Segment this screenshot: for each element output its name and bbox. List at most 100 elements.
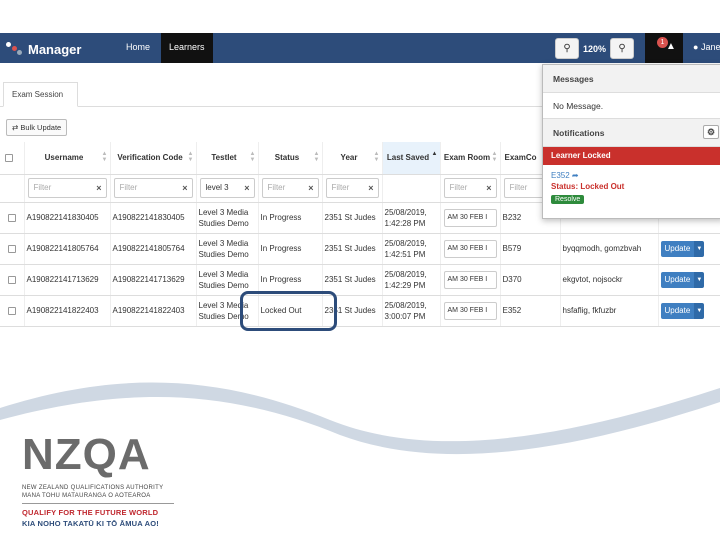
zoom-in-button[interactable]: ⚲ [610,38,635,59]
cell-last-saved: 25/08/2019, 1:42:28 PM [382,202,441,234]
exam-room-input[interactable]: AM 30 FEB I [443,270,497,289]
clear-filter-icon[interactable]: × [368,179,373,197]
sort-icon: ▲ ▼ [491,151,498,163]
brand[interactable]: Manager [6,39,81,59]
sort-icon: ▲ ▼ [249,151,256,163]
code-filter-input[interactable]: Filter × [113,178,193,198]
row-checkbox[interactable] [7,275,16,284]
nav-home[interactable]: Home [118,33,158,63]
zoom-out-button[interactable]: ⚲ [555,38,579,59]
learner-locked-alert[interactable]: Learner Locked [543,147,720,165]
row-checkbox[interactable] [7,244,16,253]
cell-year: 2351 St Judes [322,233,383,265]
bulk-update-button[interactable]: ⇄ Bulk Update [6,119,68,136]
select-all-checkbox[interactable] [4,153,13,162]
caret-down-icon[interactable]: ▼ [694,240,705,257]
filter-placeholder: Filter [33,183,52,192]
cell-username: A190822141822403 [24,295,111,327]
filter-placeholder: Filter [509,183,528,192]
external-link-icon: ➦ [571,171,579,180]
status-filter-input[interactable]: Filter × [261,178,319,198]
col-year[interactable]: Year ▲ ▼ [322,142,383,175]
filter-empty-cell [0,174,25,203]
col-status[interactable]: Status ▲ ▼ [258,142,323,175]
cell-names: hsfaflig, fkfuzbr [560,295,659,327]
clear-filter-icon[interactable]: × [96,179,101,197]
alert-link[interactable]: E352 ➦ [551,171,715,180]
update-button-label: Update [660,271,695,288]
nzqa-logo: NZQA [22,430,151,479]
alert-body: E352 ➦ Status: Locked Out Resolve [543,165,720,210]
cell-verification-code: A190822141822403 [110,295,197,327]
table-row[interactable]: A190822141822403 A190822141822403 Level … [0,295,720,327]
cell-username: A190822141805764 [24,233,111,265]
exam-room-input[interactable]: AM 30 FEB I [443,301,497,320]
user-menu[interactable]: ● Jane [693,33,720,63]
cell-exam-code: B579 [500,233,561,265]
col-testlet[interactable]: Testlet ▲ ▼ [196,142,259,175]
row-checkbox[interactable] [7,306,16,315]
cell-username: A190822141830405 [24,202,111,234]
sort-icon: ▲ ▼ [187,151,194,163]
update-button[interactable]: Update ▼ [660,302,705,319]
table-row[interactable]: A190822141713629 A190822141713629 Level … [0,264,720,296]
zoom-out-icon: ⚲ [563,43,571,54]
cell-status: In Progress [258,233,323,265]
sort-icon: ▲ ▼ [313,151,320,163]
nav-learners[interactable]: Learners [161,33,213,63]
gear-icon[interactable]: ⚙ [703,125,719,139]
col-last-saved[interactable]: Last Saved ▲ [382,142,441,175]
app-logo-icon [6,42,24,56]
row-checkbox[interactable] [7,213,16,222]
caret-down-icon[interactable]: ▼ [694,271,705,288]
col-status-label: Status [274,153,300,163]
col-testlet-label: Testlet [211,153,237,163]
cell-year: 2351 St Judes [322,202,383,234]
username-filter-input[interactable]: Filter × [27,178,107,198]
update-button-label: Update [660,302,695,319]
sort-icon: ▲ ▼ [373,151,380,163]
clear-filter-icon[interactable]: × [182,179,187,197]
app-title: Manager [28,41,82,57]
exam-room-input[interactable]: AM 30 FEB I [443,239,497,258]
alert-status: Status: Locked Out [551,182,625,191]
clear-filter-icon[interactable]: × [486,179,491,197]
cell-names: ekgvtot, nojsockr [560,264,659,296]
locked-out-highlight [240,291,337,331]
year-filter-input[interactable]: Filter × [325,178,379,198]
zoom-controls: ⚲ 120% ⚲ [555,38,635,59]
cell-names: byqqmodh, gomzbvah [560,233,659,265]
table-row[interactable]: A190822141805764 A190822141805764 Level … [0,233,720,265]
update-button[interactable]: Update ▼ [660,240,705,257]
col-exam-room-label: Exam Room [443,153,491,163]
exam-room-input[interactable]: AM 30 FEB I [443,208,497,227]
room-filter-input[interactable]: Filter × [443,178,497,198]
update-button[interactable]: Update ▼ [660,271,705,288]
caret-down-icon[interactable]: ▼ [694,302,705,319]
testlet-filter-input[interactable]: level 3 × [199,178,255,198]
col-verification-code[interactable]: Verification Code ▲ ▼ [110,142,197,175]
resolve-button[interactable]: Resolve [551,195,585,204]
notifications-button[interactable]: 1 ▲ [645,33,683,63]
filter-placeholder: Filter [331,183,350,192]
update-button-label: Update [660,240,695,257]
notifications-header: Notifications ⚙ [543,119,720,147]
clear-filter-icon[interactable]: × [244,179,249,197]
col-last-saved-label: Last Saved [386,153,430,163]
divider [22,503,174,504]
sort-asc-icon: ▲ [431,151,438,157]
cell-last-saved: 25/08/2019, 3:00:07 PM [382,295,441,327]
col-username[interactable]: Username ▲ ▼ [24,142,111,175]
cell-exam-code: E352 [500,295,561,327]
tab-exam-session[interactable]: Exam Session [3,82,78,107]
clear-filter-icon[interactable]: × [308,179,313,197]
cell-testlet: Level 3 Media Studies Demo [196,233,259,265]
messages-header: Messages [543,65,720,93]
bell-icon: ▲ [666,41,676,52]
top-navbar: Manager Home Learners ⚲ 120% ⚲ 1 ▲ ● Jan… [0,33,720,63]
tab-divider [0,106,545,107]
cell-testlet: Level 3 Media Studies Demo [196,202,259,234]
select-all-cell[interactable] [0,142,25,175]
col-exam-room[interactable]: Exam Room ▲ ▼ [440,142,501,175]
tagline: QUALIFY FOR THE FUTURE WORLD [22,508,159,517]
